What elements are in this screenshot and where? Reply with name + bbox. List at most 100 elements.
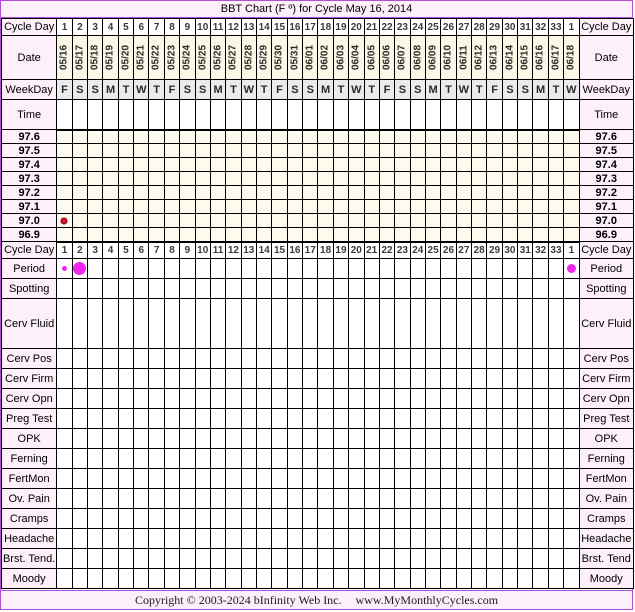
temp-grid-cell[interactable] <box>133 185 150 200</box>
temp-grid-cell[interactable] <box>56 213 73 228</box>
tracking-cell-brst-tend[interactable] <box>455 548 473 569</box>
tracking-cell-period[interactable] <box>179 258 196 279</box>
tracking-cell-moody[interactable] <box>486 568 503 589</box>
temp-grid-cell[interactable] <box>102 128 119 144</box>
temp-grid-cell[interactable] <box>348 171 365 186</box>
tracking-cell-cramps[interactable] <box>332 508 350 529</box>
tracking-cell-spotting[interactable] <box>424 278 442 299</box>
temp-grid-cell[interactable] <box>271 143 288 158</box>
tracking-cell-moody[interactable] <box>378 568 396 589</box>
tracking-cell-preg-test[interactable] <box>363 408 380 429</box>
tracking-cell-opk[interactable] <box>56 428 73 449</box>
temp-grid-cell[interactable] <box>163 143 181 158</box>
temp-grid-cell[interactable] <box>317 171 334 186</box>
cycle-day-cell[interactable]: 9 <box>179 241 196 259</box>
tracking-cell-cerv-firm[interactable] <box>501 368 519 389</box>
tracking-cell-headache[interactable] <box>255 528 273 549</box>
tracking-cell-cerv-pos[interactable] <box>424 348 442 369</box>
temp-grid-cell[interactable] <box>117 213 135 228</box>
temp-grid-cell[interactable] <box>532 227 549 243</box>
tracking-cell-cerv-pos[interactable] <box>486 348 503 369</box>
tracking-cell-moody[interactable] <box>332 568 350 589</box>
tracking-cell-period[interactable] <box>163 258 181 279</box>
tracking-cell-preg-test[interactable] <box>394 408 411 429</box>
tracking-cell-period[interactable] <box>271 258 288 279</box>
tracking-cell-brst-tend[interactable] <box>163 548 181 569</box>
cycle-day-cell[interactable]: 10 <box>194 241 211 259</box>
temp-grid-cell[interactable] <box>501 227 519 243</box>
tracking-cell-preg-test[interactable] <box>302 408 319 429</box>
tracking-cell-preg-test[interactable] <box>547 408 565 429</box>
tracking-cell-cerv-pos[interactable] <box>317 348 334 369</box>
date-cell[interactable]: 05/20 <box>117 35 135 80</box>
tracking-cell-preg-test[interactable] <box>409 408 426 429</box>
tracking-cell-brst-tend[interactable] <box>209 548 227 569</box>
tracking-cell-ferning[interactable] <box>133 448 150 469</box>
temp-grid-cell[interactable] <box>102 199 119 214</box>
temp-grid-cell[interactable] <box>71 185 89 200</box>
cycle-day-cell[interactable]: 25 <box>424 241 442 259</box>
tracking-cell-cerv-firm[interactable] <box>240 368 257 389</box>
tracking-cell-opk[interactable] <box>563 428 580 449</box>
cycle-day-cell[interactable]: 7 <box>148 241 165 259</box>
tracking-cell-cramps[interactable] <box>348 508 365 529</box>
date-cell[interactable]: 06/04 <box>348 35 365 80</box>
tracking-cell-brst-tend[interactable] <box>240 548 257 569</box>
tracking-cell-preg-test[interactable] <box>179 408 196 429</box>
tracking-cell-ferning[interactable] <box>517 448 534 469</box>
tracking-cell-moody[interactable] <box>255 568 273 589</box>
tracking-cell-cerv-firm[interactable] <box>56 368 73 389</box>
tracking-cell-fertmon[interactable] <box>117 468 135 489</box>
temp-grid-cell[interactable] <box>271 199 288 214</box>
tracking-cell-opk[interactable] <box>378 428 396 449</box>
time-cell[interactable] <box>563 99 580 130</box>
tracking-cell-period[interactable] <box>209 258 227 279</box>
tracking-cell-ferning[interactable] <box>302 448 319 469</box>
tracking-cell-cramps[interactable] <box>517 508 534 529</box>
tracking-cell-fertmon[interactable] <box>302 468 319 489</box>
tracking-cell-cerv-fluid[interactable] <box>87 298 104 349</box>
tracking-cell-cerv-fluid[interactable] <box>363 298 380 349</box>
cycle-day-cell[interactable]: 18 <box>317 241 334 259</box>
tracking-cell-opk[interactable] <box>225 428 242 449</box>
temp-grid-cell[interactable] <box>440 143 457 158</box>
tracking-cell-moody[interactable] <box>440 568 457 589</box>
tracking-cell-brst-tend[interactable] <box>317 548 334 569</box>
temp-grid-cell[interactable] <box>302 213 319 228</box>
tracking-cell-period[interactable] <box>133 258 150 279</box>
tracking-cell-moody[interactable] <box>471 568 488 589</box>
tracking-cell-cerv-firm[interactable] <box>394 368 411 389</box>
tracking-cell-cramps[interactable] <box>194 508 211 529</box>
temp-grid-cell[interactable] <box>409 171 426 186</box>
tracking-cell-moody[interactable] <box>209 568 227 589</box>
temp-grid-cell[interactable] <box>501 171 519 186</box>
temp-grid-cell[interactable] <box>117 143 135 158</box>
cycle-day-cell[interactable]: 2 <box>71 18 89 36</box>
tracking-cell-headache[interactable] <box>194 528 211 549</box>
tracking-cell-preg-test[interactable] <box>286 408 304 429</box>
temp-grid-cell[interactable] <box>563 213 580 228</box>
tracking-cell-cerv-firm[interactable] <box>148 368 165 389</box>
cycle-day-cell[interactable]: 1 <box>563 241 580 259</box>
weekday-cell[interactable]: T <box>148 79 165 100</box>
tracking-cell-opk[interactable] <box>240 428 257 449</box>
tracking-cell-cerv-fluid[interactable] <box>148 298 165 349</box>
tracking-cell-cerv-fluid[interactable] <box>133 298 150 349</box>
cycle-day-cell[interactable]: 22 <box>378 241 396 259</box>
tracking-cell-period[interactable] <box>102 258 119 279</box>
tracking-cell-period[interactable] <box>332 258 350 279</box>
tracking-cell-brst-tend[interactable] <box>271 548 288 569</box>
tracking-cell-cramps[interactable] <box>563 508 580 529</box>
tracking-cell-period[interactable] <box>148 258 165 279</box>
tracking-cell-cerv-fluid[interactable] <box>424 298 442 349</box>
temp-grid-cell[interactable] <box>486 199 503 214</box>
time-cell[interactable] <box>440 99 457 130</box>
tracking-cell-ov-pain[interactable] <box>486 488 503 509</box>
temp-grid-cell[interactable] <box>409 143 426 158</box>
tracking-cell-ov-pain[interactable] <box>240 488 257 509</box>
tracking-cell-cerv-fluid[interactable] <box>302 298 319 349</box>
cycle-day-cell[interactable]: 11 <box>209 241 227 259</box>
tracking-cell-opk[interactable] <box>302 428 319 449</box>
tracking-cell-spotting[interactable] <box>271 278 288 299</box>
tracking-cell-headache[interactable] <box>532 528 549 549</box>
